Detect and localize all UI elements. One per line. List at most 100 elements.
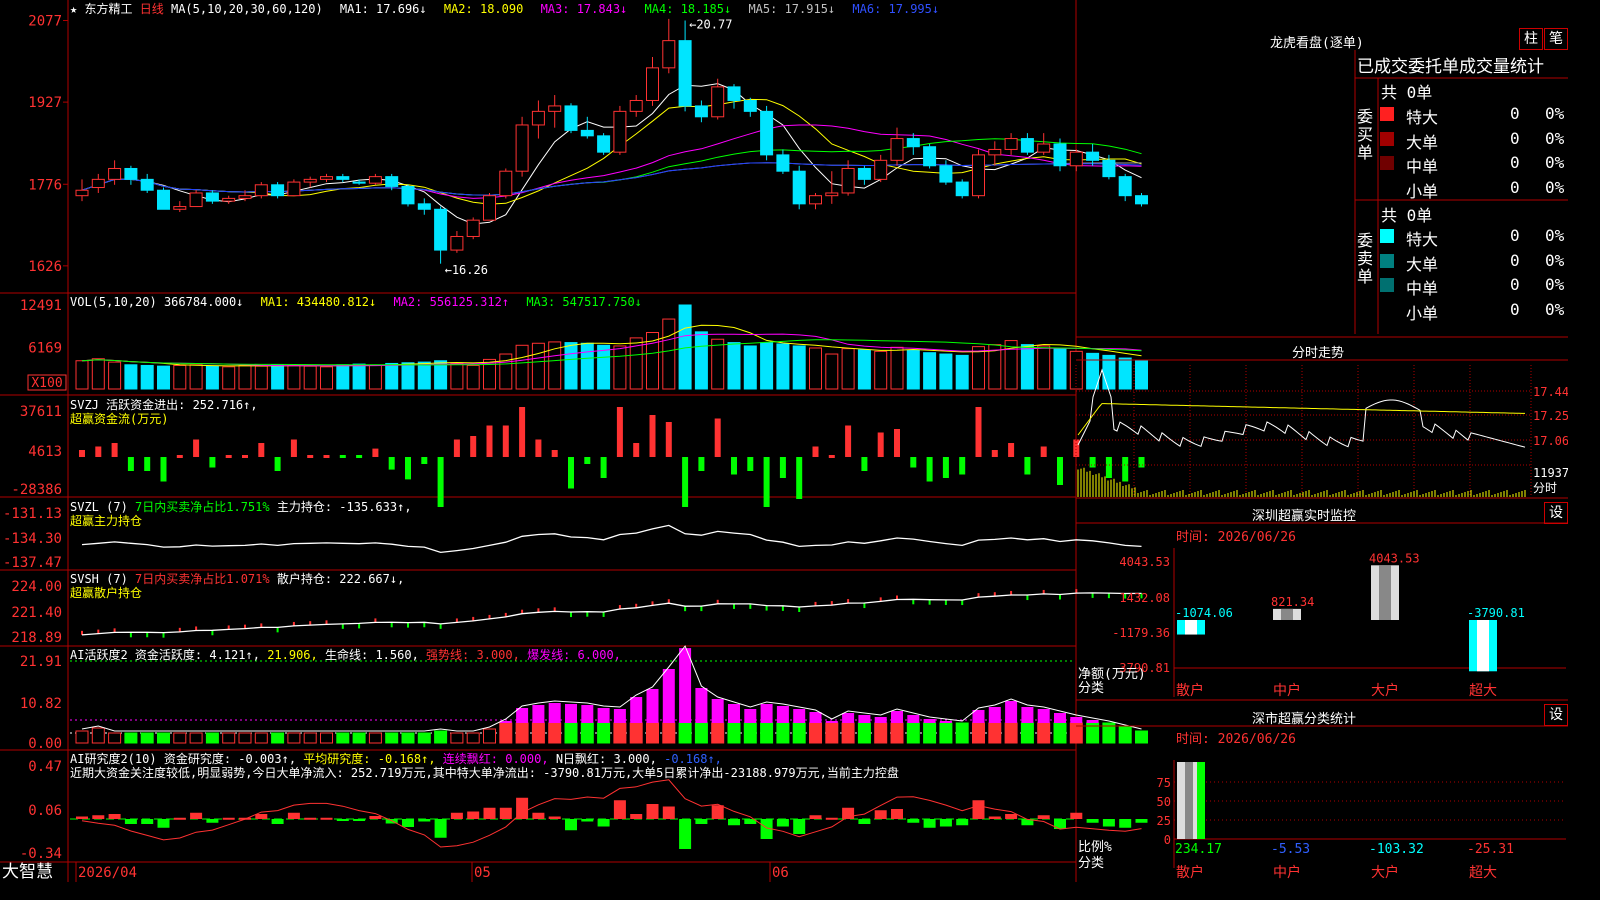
ai-research-text: 近期大资金关注度较低,明显弱势,今日大单净流入: 252.719万元,其中特大单… <box>70 766 899 780</box>
candle-body <box>825 192 839 197</box>
candle-body <box>1004 138 1018 150</box>
ai-active-v4: 强势线: 3.000, <box>426 648 520 662</box>
svzj-bar <box>845 425 852 457</box>
row-value: 0 <box>1510 226 1520 245</box>
volume-bar <box>955 354 969 390</box>
candle-body <box>776 154 790 172</box>
candle-body <box>434 208 448 251</box>
volume-bar <box>108 361 122 390</box>
ai-research-bar <box>532 812 545 819</box>
ai-active-bar <box>694 722 708 744</box>
candle-body <box>678 40 692 107</box>
sz-class-value-label: -103.32 <box>1369 842 1424 857</box>
ai-active-bar <box>646 722 659 744</box>
period-label[interactable]: 日线 <box>140 2 164 16</box>
column-view-button[interactable]: 柱 <box>1519 28 1543 50</box>
ai-research-bar <box>793 819 806 834</box>
svzj-bar <box>747 457 754 471</box>
ai-research-bar <box>613 800 626 819</box>
ai-active-bar <box>189 732 203 744</box>
ma1-line <box>81 83 1142 225</box>
svzj-bar <box>796 457 803 499</box>
ai-research-v2: 平均研究度: -0.168↑, <box>303 752 436 766</box>
sz-class-bar-highlight <box>1185 762 1193 839</box>
sz-monitor-category: 中户 <box>1273 682 1301 699</box>
volume-bar <box>809 347 822 390</box>
ai-active-bar <box>1020 722 1034 744</box>
vol-ma2: MA2: 556125.312↑ <box>393 295 510 309</box>
ai-active-bar <box>352 732 366 744</box>
ai-active-bar <box>890 722 904 744</box>
ai-active-top-bar <box>760 704 773 723</box>
svzj-bar <box>1024 457 1031 475</box>
svzj-bar <box>437 457 444 507</box>
sz-class-settings-button[interactable]: 设 <box>1544 704 1568 726</box>
buy-row: 大单 0 0% <box>1380 129 1568 152</box>
svzj-bar <box>274 457 281 471</box>
ai-research-v1: 资金研究度: -0.003↑, <box>163 752 297 766</box>
svzj-bar <box>551 450 558 457</box>
sz-monitor-settings-button[interactable]: 设 <box>1544 502 1568 524</box>
svzj-bar <box>209 457 216 468</box>
sz-monitor-bar <box>1177 620 1205 635</box>
price-tick-label: 1776 <box>28 177 62 193</box>
ai-active-bar <box>173 732 187 744</box>
svzj-bar <box>127 457 134 471</box>
ai-research-bar <box>548 816 561 819</box>
ai-research-bar <box>76 816 88 819</box>
svsh-tick-label: 224.00 <box>11 579 62 595</box>
star-icon[interactable]: ★ <box>70 2 77 16</box>
svzl-header: SVZL (7) 7日内买卖净占比1.751% 主力持仓: -135.633↑,… <box>70 500 412 528</box>
volume-bar <box>205 365 219 390</box>
candle-body <box>189 192 203 208</box>
ai-research-bar <box>728 819 740 826</box>
sz-class-tick-label: 50 <box>1157 795 1171 809</box>
ai-active-bar <box>108 732 122 744</box>
ai-research-bar <box>956 819 969 826</box>
svsh-tick-label: 218.89 <box>11 630 62 646</box>
ai-active-top-bar <box>548 703 561 723</box>
svzj-bar <box>959 457 966 475</box>
vol-panel-header: VOL(5,10,20) 366784.000↓ MA1: 434480.812… <box>70 295 642 309</box>
svzj-bar <box>714 418 721 457</box>
candle-body <box>401 185 415 205</box>
high-price-label: ←20.77 <box>689 18 732 32</box>
sz-class-value-label: 234.17 <box>1175 842 1222 857</box>
stock-name: 东方精工 <box>84 2 133 16</box>
sz-monitor-bar-highlight <box>1477 620 1489 672</box>
date-label: 2026/04 <box>78 865 137 881</box>
ai-active-bar <box>874 722 888 744</box>
candle-body <box>548 105 562 112</box>
ai-active-bar <box>825 722 839 744</box>
volume-bar <box>450 362 464 390</box>
row-name: 特大 <box>1406 230 1439 249</box>
row-value: 0 <box>1510 275 1520 294</box>
dragon-heading: 已成交委托单成交量统计 <box>1357 57 1544 77</box>
ai-active-top-bar <box>646 689 659 723</box>
svzj-bar <box>535 439 542 457</box>
tick-view-button[interactable]: 笔 <box>1544 28 1568 50</box>
svzj-bar <box>584 457 591 464</box>
row-value: 0 <box>1510 153 1520 172</box>
ai-active-top-bar <box>711 699 724 723</box>
buy-row: 中单 0 0% <box>1380 153 1568 176</box>
ai-active-top-bar <box>516 708 529 723</box>
low-price-label: ←16.26 <box>445 263 488 277</box>
ai-research-bar <box>173 817 186 820</box>
row-name: 大单 <box>1406 132 1439 152</box>
vol-ma3: MA3: 547517.750↓ <box>526 295 642 309</box>
ai-research-bar <box>418 819 431 822</box>
volume-bar <box>792 345 806 390</box>
ai-research-bar <box>287 812 300 819</box>
sz-class-tick-label: 25 <box>1157 814 1171 828</box>
candle-body <box>988 148 1002 156</box>
svzj-bar <box>942 457 949 478</box>
ai-active-bar <box>711 722 725 744</box>
sz-monitor-category: 大户 <box>1371 682 1399 699</box>
ai-active-v3: 生命线: 1.560, <box>325 648 419 662</box>
candle-body <box>874 159 888 180</box>
svzj-bar <box>779 457 786 478</box>
row-value: 0 <box>1510 104 1520 123</box>
svzj-bar <box>372 448 379 457</box>
ai-active-top-bar <box>613 709 626 723</box>
